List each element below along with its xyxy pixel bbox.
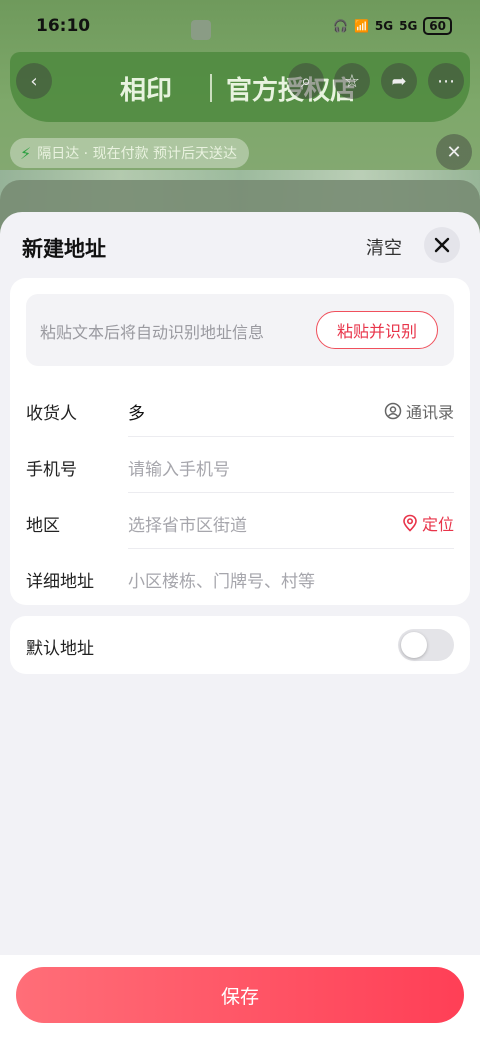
delivery-notice-text: 隔日达 · 现在付款 预计后天送达: [37, 146, 238, 162]
paste-recognize-button[interactable]: 粘贴并识别: [316, 311, 438, 349]
default-address-toggle[interactable]: [398, 629, 454, 661]
default-address-card: 默认地址: [10, 616, 470, 674]
save-button[interactable]: 保存: [16, 967, 464, 1023]
locate-button[interactable]: 定位: [402, 511, 454, 535]
brand-logo: 相印: [120, 76, 173, 106]
close-icon: [434, 237, 450, 253]
recipient-row: 收货人 多 通讯录: [26, 381, 454, 437]
share-icon[interactable]: ➦: [381, 63, 417, 99]
recipient-label: 收货人: [26, 404, 77, 424]
contacts-button[interactable]: 通讯录: [384, 399, 454, 423]
status-icons: 🎧 📶 5G 5G 60: [333, 17, 452, 35]
bolt-icon: ⚡: [20, 143, 32, 163]
notification-icon: [191, 20, 211, 40]
contacts-label: 通讯录: [405, 403, 454, 422]
sheet-title: 新建地址: [22, 237, 106, 261]
close-overlay-icon[interactable]: ✕: [436, 134, 472, 170]
close-button[interactable]: [424, 227, 460, 263]
delivery-notice: ⚡ 隔日达 · 现在付款 预计后天送达: [10, 138, 250, 168]
battery-icon: 60: [423, 17, 452, 35]
address-input[interactable]: 小区楼栋、门牌号、村等: [128, 567, 315, 592]
headphones-icon: 🎧: [332, 19, 348, 33]
signal-2-label: 5G: [399, 19, 418, 33]
address-label: 详细地址: [26, 572, 94, 592]
paste-area[interactable]: 粘贴文本后将自动识别地址信息 粘贴并识别: [26, 294, 454, 366]
address-row: 详细地址 小区楼栋、门牌号、村等: [26, 549, 454, 605]
locate-label: 定位: [421, 515, 454, 534]
default-address-label: 默认地址: [26, 639, 94, 659]
location-pin-icon: [403, 514, 417, 532]
more-icon[interactable]: ⋯: [428, 63, 464, 99]
address-form-card: 粘贴文本后将自动识别地址信息 粘贴并识别 收货人 多 通讯录 手机号 请输入手机…: [10, 278, 470, 605]
region-label: 地区: [26, 516, 60, 536]
recipient-input[interactable]: 多: [128, 399, 145, 424]
status-bar: 16:10 🎧 📶 5G 5G 60: [0, 0, 480, 52]
toggle-knob: [401, 632, 427, 658]
phone-label: 手机号: [26, 460, 77, 480]
sheet-header: 新建地址 清空: [0, 212, 480, 278]
clear-button[interactable]: 清空: [366, 234, 402, 260]
back-icon[interactable]: ‹: [16, 63, 52, 99]
paste-hint: 粘贴文本后将自动识别地址信息: [40, 323, 265, 342]
status-time: 16:10: [36, 16, 91, 36]
search-icon[interactable]: ⌕: [288, 63, 324, 99]
signal-1-label: 5G: [374, 19, 394, 33]
default-address-row: 默认地址: [26, 616, 454, 672]
phone-row: 手机号 请输入手机号: [26, 437, 454, 493]
contacts-icon: [384, 402, 402, 420]
new-address-sheet: 新建地址 清空 粘贴文本后将自动识别地址信息 粘贴并识别 收货人 多 通讯录 手…: [0, 212, 480, 1057]
wifi-icon: 📶: [353, 19, 369, 33]
region-row: 地区 选择省市区街道 定位: [26, 493, 454, 549]
footer: 保存: [0, 955, 480, 1057]
region-picker[interactable]: 选择省市区街道: [128, 511, 247, 536]
banner-divider: [210, 74, 212, 102]
phone-input[interactable]: 请输入手机号: [128, 455, 230, 480]
star-icon[interactable]: ☆: [334, 63, 370, 99]
